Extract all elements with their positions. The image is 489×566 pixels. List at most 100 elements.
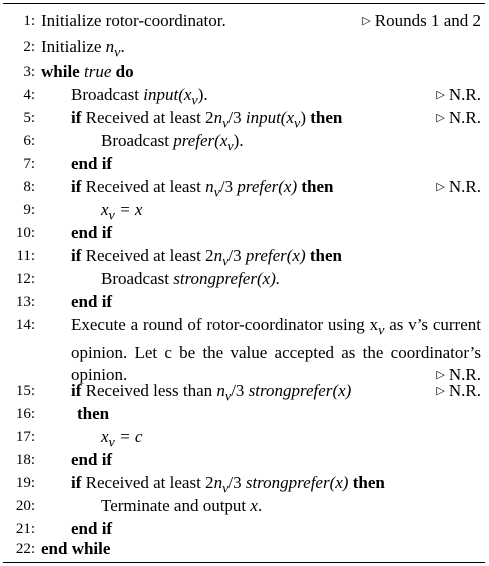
math-var: (x) [332,381,352,400]
text-part: Received at least 2 [81,108,214,127]
italic-text: prefer [173,131,215,150]
line-text: Broadcast strongprefer(x). [101,268,280,290]
math-var: x [101,427,109,446]
line-number: 17: [15,429,35,445]
text-part: Received less than [81,381,217,400]
line-comment: ▷ N.R. [436,176,481,200]
algo-line-16: 16: then [3,403,485,425]
algo-line-3: 3: while true do [3,61,485,83]
line-text: while true do [41,61,134,83]
algo-line-10: 10: end if [3,222,485,244]
algo-line-2: 2: Initialize nv. [3,36,485,60]
italic-text: strongprefer [245,473,330,492]
comment-text: N.R. [448,177,481,196]
line-number: 20: [15,498,35,514]
algo-line-18: 18: end if [3,449,485,471]
line-number: 4: [23,87,35,103]
algorithm-box: 1: Initialize rotor-coordinator. ▷ Rounds… [3,3,485,563]
math-var: = x [114,200,143,219]
math-var: n [216,381,225,400]
line-text: end if [71,154,113,173]
keyword: then [301,177,334,196]
math-var: (x) [286,246,306,265]
line-number: 16: [15,406,35,422]
line-number: 12: [15,271,35,287]
math-var: (x) [278,177,298,196]
algo-line-21: 21: end if [3,518,485,540]
line-text: end while [41,539,111,558]
text-part: Broadcast [101,269,174,288]
text-part: Received at least [81,177,206,196]
italic-text: prefer [237,177,279,196]
line-comment: ▷ N.R. [436,107,481,131]
comment-text: N.R. [448,85,481,104]
italic-text: prefer [245,246,287,265]
math-var: (x [280,108,295,127]
math-var: n [205,177,214,196]
text-part: Initialize [41,37,106,56]
math-var: x [250,496,258,515]
triangle-right-icon: ▷ [436,89,445,101]
math-var: n [213,246,223,265]
algo-line-14: 14: Execute a round of rotor-coordinator… [3,314,485,384]
keyword: then [309,246,343,265]
math-var: = c [114,427,143,446]
line-number: 5: [23,110,35,126]
text-part: /3 [231,381,249,400]
line-text: end if [71,519,113,538]
keyword: if [71,108,82,127]
line-number: 15: [15,383,35,399]
line-number: 8: [23,179,35,195]
line-number: 21: [15,521,35,537]
text-part: /3 [228,108,246,127]
text-part: ). [233,131,244,150]
keyword: if [71,177,82,196]
algo-line-5: 5: if Received at least 2nv/3 input(xv) … [3,107,485,131]
line-text: Terminate and output x. [101,495,262,517]
algo-line-11: 11: if Received at least 2nv/3 prefer(x)… [3,245,485,269]
algo-line-1: 1: Initialize rotor-coordinator. ▷ Rounds… [3,10,485,32]
line-number: 9: [23,202,35,218]
comment-text: N.R. [448,108,481,127]
line-comment: ▷ N.R. [436,380,481,404]
triangle-right-icon: ▷ [436,385,445,397]
text-part: ). [197,85,208,104]
algo-line-9: 9: xv = x [3,199,485,223]
algo-line-4: 4: Broadcast input(xv). ▷ N.R. [3,84,485,108]
math-var: n [105,37,115,56]
triangle-right-icon: ▷ [362,15,371,27]
math-var: (x). [256,269,281,288]
line-text: then [77,404,110,423]
keyword: if [71,381,82,400]
line-number: 2: [23,39,35,55]
algo-line-19: 19: if Received at least 2nv/3 strongpre… [3,472,485,496]
comment-text: N.R. [448,381,481,400]
line-number: 19: [15,475,35,491]
algo-line-7: 7: end if [3,153,485,175]
algo-line-22: 22: end while [3,538,485,560]
math-var: (x [214,131,228,150]
text-part: . [257,496,263,515]
line-number: 6: [23,133,35,149]
italic-text: strongprefer [248,381,333,400]
line-text: Initialize rotor-coordinator. [41,11,226,30]
text-part: Broadcast [101,131,174,150]
line-number: 3: [23,64,35,80]
line-text: Execute a round of rotor-coordinator usi… [71,314,481,389]
text-part: . [120,37,125,56]
algo-line-20: 20: Terminate and output x. [3,495,485,517]
keyword: while [41,62,80,81]
text-part: Broadcast [71,85,144,104]
text-part: /3 [228,473,246,492]
line-number: 11: [16,248,35,264]
text-part: Received at least 2 [81,246,214,265]
line-comment: ▷ Rounds 1 and 2 [362,10,481,34]
line-text: end if [71,292,113,311]
italic-text: strongprefer [173,269,257,288]
text-part: Received at least 2 [81,473,214,492]
keyword: do [115,62,134,81]
triangle-right-icon: ▷ [436,181,445,193]
math-var: (x [178,85,192,104]
italic-text: input [143,85,179,104]
algo-line-12: 12: Broadcast strongprefer(x). [3,268,485,290]
